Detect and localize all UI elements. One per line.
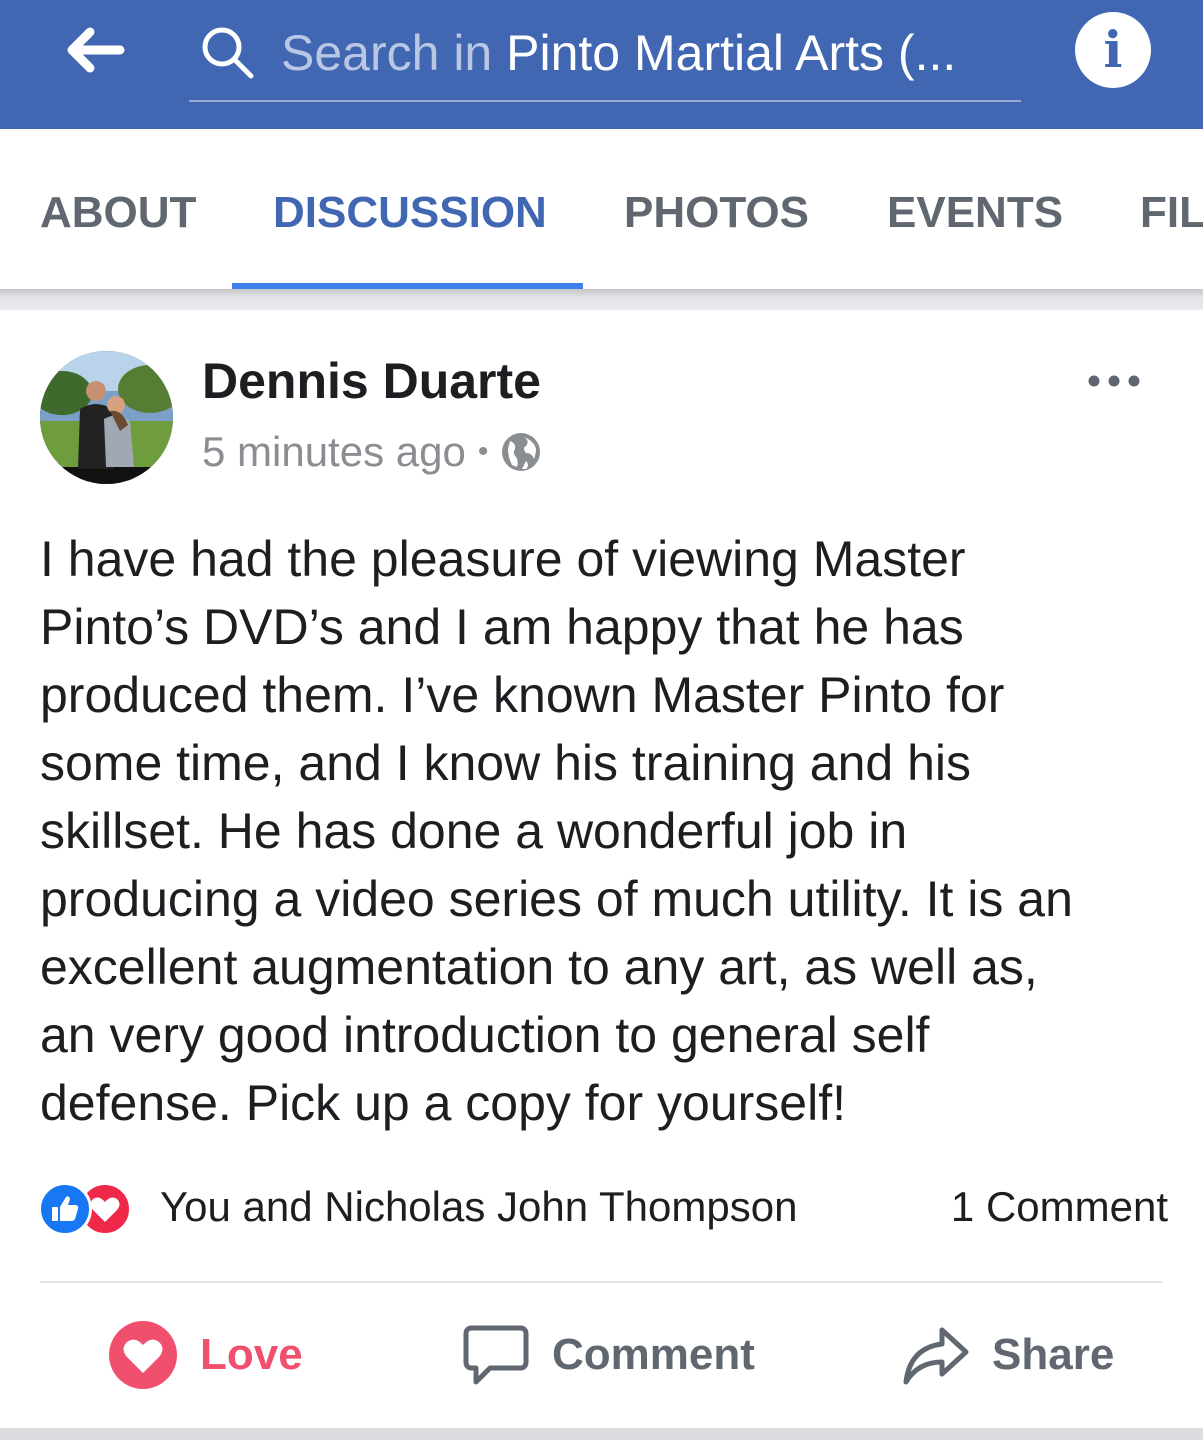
search-bar[interactable]: Search in Pinto Martial Arts (... xyxy=(189,14,1021,102)
info-button[interactable]: i xyxy=(1075,12,1151,88)
tab-files[interactable]: FIL xyxy=(1140,183,1203,243)
like-icon xyxy=(38,1182,92,1236)
reactions-summary[interactable]: You and Nicholas John Thompson 1 Comment xyxy=(38,1180,1168,1236)
search-placeholder: Search in xyxy=(281,25,507,81)
search-icon xyxy=(202,27,254,79)
love-label: Love xyxy=(200,1330,303,1379)
share-label: Share xyxy=(992,1330,1115,1379)
group-tabs: ABOUT DISCUSSION PHOTOS EVENTS FIL xyxy=(0,129,1203,290)
meta-separator: • xyxy=(477,435,489,468)
tab-events[interactable]: EVENTS xyxy=(887,183,1063,243)
share-button[interactable]: Share xyxy=(902,1318,1114,1392)
post-timestamp[interactable]: 5 minutes ago xyxy=(202,428,466,476)
reactors-text[interactable]: You and Nicholas John Thompson xyxy=(160,1180,797,1234)
ellipsis-icon xyxy=(1088,375,1140,387)
info-icon: i xyxy=(1103,20,1123,79)
comment-label: Comment xyxy=(552,1330,755,1379)
post-text: I have had the pleasure of viewing Maste… xyxy=(40,531,1073,1131)
top-bar: Search in Pinto Martial Arts (... i xyxy=(0,0,1203,129)
back-arrow-icon xyxy=(67,27,125,73)
post-meta: 5 minutes ago • xyxy=(202,424,542,480)
tab-photos[interactable]: PHOTOS xyxy=(624,183,809,243)
comment-button[interactable]: Comment xyxy=(462,1318,755,1392)
more-options-button[interactable] xyxy=(1082,364,1146,398)
comment-bubble-icon xyxy=(463,1325,529,1385)
share-arrow-icon xyxy=(903,1327,969,1385)
tab-about[interactable]: ABOUT xyxy=(40,183,196,243)
back-button[interactable] xyxy=(58,22,128,78)
section-divider xyxy=(0,289,1203,310)
love-button[interactable]: Love xyxy=(108,1318,303,1392)
tab-discussion[interactable]: DISCUSSION xyxy=(273,183,547,243)
avatar[interactable] xyxy=(40,351,173,484)
action-divider xyxy=(40,1281,1163,1283)
comments-count[interactable]: 1 Comment xyxy=(951,1180,1168,1234)
globe-icon xyxy=(502,433,541,471)
post-author[interactable]: Dennis Duarte xyxy=(202,350,541,412)
search-group-name: Pinto Martial Arts (... xyxy=(506,25,957,81)
post-bottom-divider xyxy=(0,1428,1203,1440)
search-input[interactable]: Search in Pinto Martial Arts (... xyxy=(281,18,1011,88)
heart-icon xyxy=(109,1321,177,1389)
profile-photo xyxy=(40,351,173,484)
